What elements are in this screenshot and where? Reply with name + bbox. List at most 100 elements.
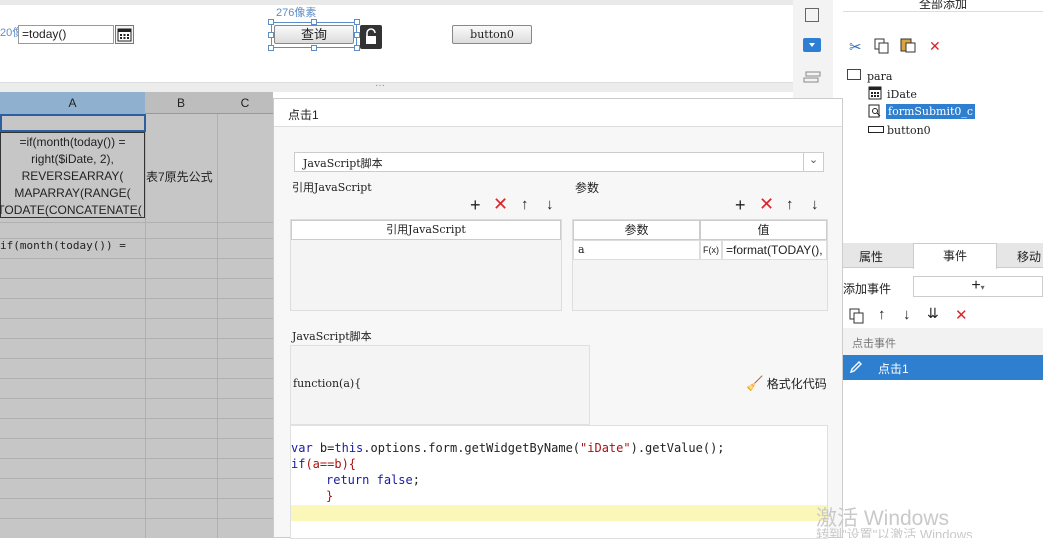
event-group-label: 点击事件 [852, 338, 896, 350]
side-toolbar [793, 0, 833, 100]
column-header-b[interactable]: B [145, 92, 217, 114]
code-token: b= [312, 441, 335, 455]
resize-handle[interactable] [268, 19, 274, 25]
code-token: ; [412, 473, 420, 487]
event-item-row[interactable]: 点击1 [843, 355, 1043, 380]
delete-param-icon[interactable]: ✕ [759, 195, 774, 213]
form-designer: 20像素 276像素 =today() 查询 button0 ··· [0, 0, 793, 92]
copy-event-icon[interactable] [849, 308, 865, 324]
event-down-icon[interactable]: ↓ [903, 306, 911, 323]
delete-event-icon[interactable]: ✕ [955, 306, 968, 324]
add-icon[interactable]: + [470, 196, 481, 214]
add-event-label: 添加事件 [843, 282, 892, 296]
param-up-icon[interactable]: ↑ [786, 196, 794, 213]
params-panel: 参数 值 a F(x) =format(TODAY(), [572, 219, 828, 311]
param-down-icon[interactable]: ↓ [811, 196, 819, 213]
resize-handle[interactable] [268, 32, 274, 38]
ref-js-label: 引用JavaScript [292, 181, 372, 194]
code-line-4: } [326, 489, 334, 503]
chevron-down-icon: ⌄ [803, 153, 823, 171]
dropdown-widget-icon[interactable] [803, 38, 821, 52]
value-column-header: 值 [700, 220, 827, 240]
column-header-c[interactable]: C [217, 92, 273, 114]
code-token: this [334, 441, 364, 455]
code-line-2: if(a==b){ [291, 456, 827, 472]
calendar-icon[interactable] [115, 25, 134, 44]
column-header-a[interactable]: A [0, 92, 145, 114]
code-token: var [291, 441, 313, 455]
selected-cell[interactable] [0, 114, 146, 132]
copy-icon[interactable] [874, 38, 889, 54]
formula-icon[interactable]: F(x) [700, 240, 722, 260]
delete-widget-icon[interactable]: ✕ [929, 38, 941, 55]
tree-item-idate[interactable]: iDate [887, 88, 917, 101]
button-icon [868, 126, 884, 133]
add-all-button[interactable]: 全部添加 [843, 0, 1043, 12]
date-input-value: =today() [22, 27, 67, 41]
code-token: ).getValue(); [630, 441, 725, 455]
format-code-button[interactable]: 🧹 格式化代码 [746, 375, 827, 392]
event-item-label: 点击1 [878, 362, 909, 376]
tree-item-formsubmit[interactable]: formSubmit0_c [886, 104, 976, 119]
cell-b-text[interactable]: 表7原先公式 [146, 168, 213, 185]
formula-cell-row2[interactable]: if(month(today()) = [0, 239, 126, 252]
function-signature: function(a){ [293, 377, 362, 390]
code-token: return [326, 473, 370, 487]
splitter-bar[interactable]: ··· [0, 80, 793, 92]
function-header-box: function(a){ [290, 345, 590, 425]
date-input[interactable]: =today() [18, 25, 114, 44]
tree-root[interactable]: para [867, 70, 892, 83]
param-name-field[interactable]: a [573, 240, 700, 260]
code-editor[interactable]: var b=this.options.form.getWidgetByName(… [290, 425, 828, 539]
formula-cell[interactable]: =if(month(today()) = right($iDate, 2), R… [0, 132, 145, 218]
spreadsheet-grid: A B C =if(month(today()) = right($iDate,… [0, 92, 273, 538]
search-icon [868, 104, 882, 118]
top-offset-label: 276像素 [276, 7, 317, 19]
lock-icon[interactable] [360, 25, 382, 49]
add-all-label: 全部添加 [918, 0, 967, 11]
formula-line: =if(month(today()) = [19, 135, 126, 149]
event-group-row: 点击事件 [843, 328, 1043, 355]
action-type-select[interactable]: JavaScript脚本 ⌄ [294, 152, 824, 172]
query-button[interactable]: 查询 [274, 25, 354, 44]
ref-js-panel: 引用JavaScript [290, 219, 562, 311]
resize-handle[interactable] [311, 19, 317, 25]
list-widget-icon[interactable] [801, 70, 823, 86]
add-event-dropdown[interactable]: +▾ [913, 276, 1043, 297]
properties-panel: 全部添加 ✂ ✕ para iDate formSubmit0_c button… [843, 0, 1043, 538]
tab-events[interactable]: 事件 [913, 243, 997, 269]
ref-js-column-header: 引用JavaScript [291, 220, 561, 240]
calendar-icon [868, 86, 882, 100]
event-up-icon[interactable]: ↑ [878, 306, 886, 323]
action-type-value: JavaScript脚本 [303, 157, 383, 170]
tree-item-button0[interactable]: button0 [887, 124, 931, 137]
tab-properties[interactable]: 属性 [859, 248, 883, 265]
frame-icon[interactable] [805, 8, 819, 22]
tab-move[interactable]: 移动 [1017, 248, 1041, 265]
resize-handle[interactable] [268, 45, 274, 51]
paste-icon[interactable] [900, 37, 916, 53]
delete-icon[interactable]: ✕ [493, 195, 508, 213]
broom-icon: 🧹 [746, 375, 764, 391]
format-code-label: 格式化代码 [766, 377, 827, 391]
arrow-down-icon[interactable]: ↓ [546, 196, 554, 213]
grid-line [217, 114, 218, 538]
formula-line: TODATE(CONCATENATE( [0, 203, 142, 217]
move-bottom-icon[interactable]: ⇊ [927, 305, 939, 322]
form-icon [847, 69, 861, 80]
code-token: (a==b){ [305, 457, 357, 471]
activation-watermark-sub: 转到"设置"以激活 Windows [816, 528, 973, 538]
code-line-current [291, 505, 827, 521]
formula-line: right($iDate, 2), [31, 152, 114, 166]
param-value-field[interactable]: =format(TODAY(), [722, 240, 827, 260]
button0-widget[interactable]: button0 [452, 25, 532, 44]
dialog-header: 点击1 [274, 99, 842, 127]
code-token: if [291, 457, 306, 471]
resize-handle[interactable] [311, 45, 317, 51]
arrow-up-icon[interactable]: ↑ [521, 196, 529, 213]
param-column-header: 参数 [573, 220, 700, 240]
edit-icon[interactable] [848, 359, 866, 376]
add-param-icon[interactable]: + [735, 196, 746, 214]
formula-line: REVERSEARRAY( [21, 169, 124, 183]
cut-icon[interactable]: ✂ [849, 38, 862, 56]
